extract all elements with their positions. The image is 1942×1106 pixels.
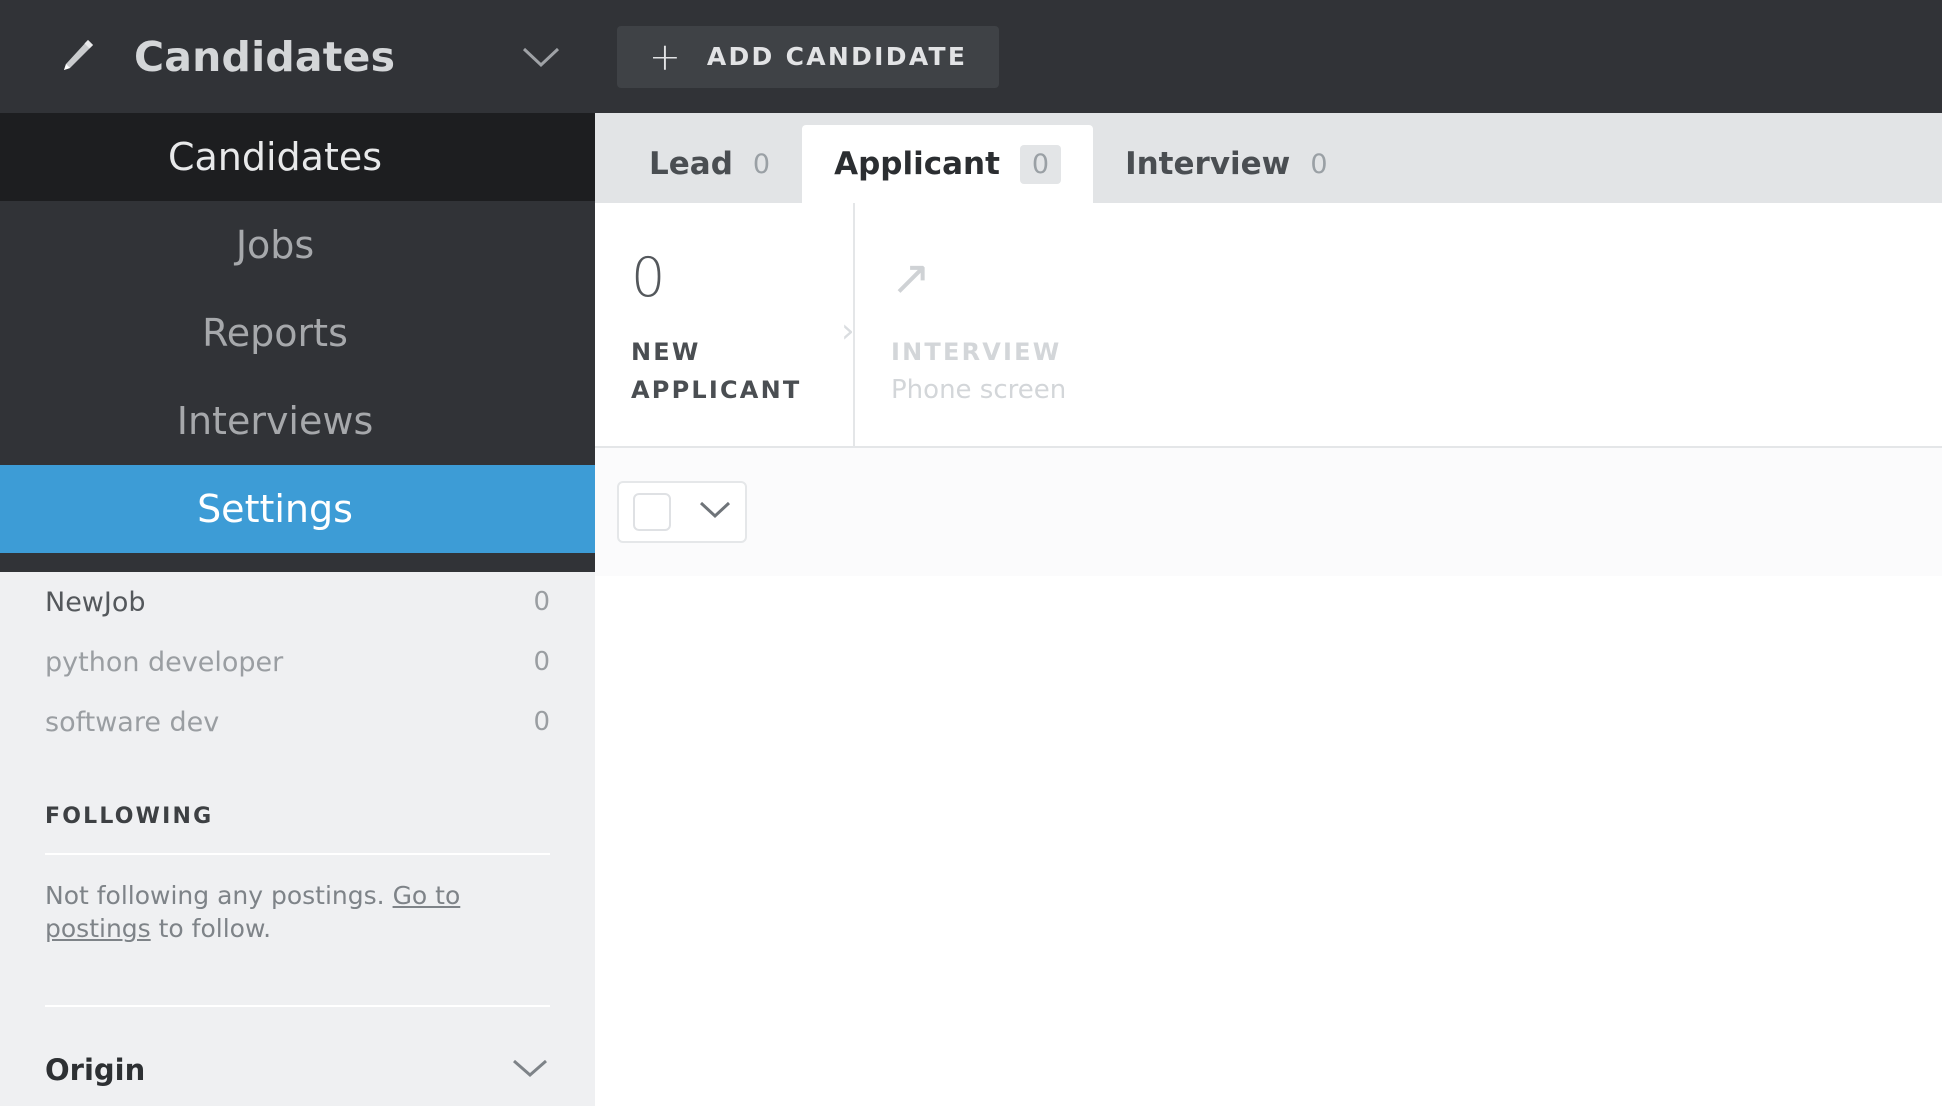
chevron-down-icon[interactable] [510,1056,550,1085]
tab-count: 0 [752,148,771,180]
brand-title: Candidates [134,32,396,81]
tab-lead[interactable]: Lead 0 [617,125,802,203]
sidebar-item-jobs[interactable]: Jobs [0,201,595,289]
sidebar: Candidates Candidates Jobs Reports Inter… [0,0,597,1106]
top-toolbar: + ADD CANDIDATE [595,0,1942,113]
stage-count: 0 [631,246,666,309]
chevron-down-icon[interactable] [520,44,562,75]
job-count: 0 [533,707,550,737]
stage-sublabel: Phone screen [891,375,1067,405]
sidebar-item-label: Settings [197,487,353,531]
following-message-after: to follow. [150,914,272,943]
sidebar-item-label: Interviews [176,399,374,443]
pipeline-stage-empty [1273,203,1942,446]
tab-count: 0 [1019,144,1062,184]
main-content: + ADD CANDIDATE Lead 0 Applicant 0 Inter… [595,0,1942,1106]
tab-label: Lead [649,146,733,182]
origin-label: Origin [45,1053,146,1087]
job-postings-list: NewJob 0 python developer 0 software dev… [0,572,595,752]
chevron-down-icon[interactable] [698,499,732,526]
brand-header[interactable]: Candidates [0,0,597,113]
pipeline-stages: 0 NEW APPLICANT › ↗ INTERVIEW Phone scre… [595,203,1942,448]
sidebar-item-reports[interactable]: Reports [0,289,595,377]
list-item[interactable]: NewJob 0 [0,572,595,632]
following-message-before: Not following any postings. [45,881,393,910]
select-all-dropdown[interactable] [617,481,747,543]
stage-label: INTERVIEW [891,338,1062,366]
tab-label: Applicant [834,146,1000,182]
app-root: Candidates Candidates Jobs Reports Inter… [0,0,1942,1106]
list-item[interactable]: software dev 0 [0,692,595,752]
sidebar-item-settings[interactable]: Settings [0,465,595,553]
tab-applicant[interactable]: Applicant 0 [802,125,1094,203]
sidebar-dark-section: Candidates Candidates Jobs Reports Inter… [0,0,597,572]
tab-interview[interactable]: Interview 0 [1093,125,1359,203]
sidebar-item-label: Candidates [167,135,383,179]
pipeline-tabs: Lead 0 Applicant 0 Interview 0 [595,113,1942,203]
pipeline-stage-new-applicant[interactable]: 0 NEW APPLICANT [595,203,853,446]
sidebar-item-label: Jobs [235,223,315,267]
arrow-up-right-icon: ↗ [891,250,932,306]
origin-filter[interactable]: Origin [0,1007,595,1087]
checkbox-icon[interactable] [632,493,671,531]
list-item[interactable]: python developer 0 [0,632,595,692]
add-candidate-label: ADD CANDIDATE [706,42,968,71]
following-message: Not following any postings. Go to postin… [0,855,595,945]
following-section-title: FOLLOWING [45,804,214,829]
add-candidate-button[interactable]: + ADD CANDIDATE [617,25,1000,88]
job-count: 0 [533,587,550,617]
job-name: software dev [45,706,220,738]
list-toolbar [595,448,1942,576]
sidebar-item-label: Reports [202,311,348,355]
tab-count: 0 [1310,148,1328,180]
job-count: 0 [533,647,550,677]
plus-icon: + [649,34,681,79]
tab-label: Interview [1125,146,1291,182]
sidebar-item-candidates[interactable]: Candidates [0,113,595,201]
pipeline-stage-interview[interactable]: › ↗ INTERVIEW Phone screen [841,203,1273,446]
stage-separator-icon: › [841,311,855,351]
pencil-icon [54,35,98,79]
job-name: NewJob [45,586,146,618]
stage-label: NEW APPLICANT [631,338,802,404]
job-name: python developer [45,646,284,678]
sidebar-item-interviews[interactable]: Interviews [0,377,595,465]
